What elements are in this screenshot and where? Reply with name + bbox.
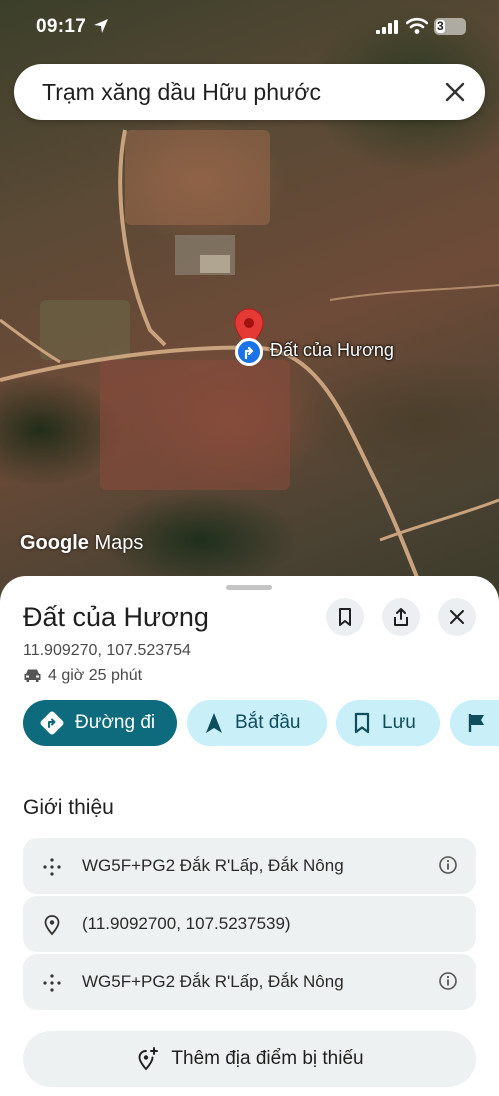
close-icon[interactable]	[439, 76, 471, 108]
info-icon[interactable]	[438, 855, 458, 875]
drive-time: 4 giờ 25 phút	[23, 667, 142, 685]
bookmark-icon	[339, 608, 351, 626]
share-icon	[394, 608, 408, 626]
place-coordinates: 11.909270, 107.523754	[23, 642, 191, 659]
status-time: 09:17	[36, 16, 87, 37]
cellular-signal-icon	[376, 20, 398, 34]
coordinates-row[interactable]: (11.9092700, 107.5237539)	[23, 896, 476, 952]
save-button[interactable]: Lưu	[336, 700, 440, 746]
directions-label: Đường đi	[75, 712, 156, 733]
plus-code-text: WG5F+PG2 Đắk R'Lấp, Đắk Nông	[82, 856, 344, 875]
location-arrow-icon	[94, 19, 108, 33]
directions-button[interactable]: Đường đi	[23, 700, 177, 746]
plus-code-row[interactable]: WG5F+PG2 Đắk R'Lấp, Đắk Nông	[23, 838, 476, 894]
close-sheet-button[interactable]	[438, 598, 476, 636]
location-marker[interactable]	[235, 338, 263, 366]
car-icon	[24, 669, 41, 683]
info-icon[interactable]	[438, 971, 458, 991]
pin-label[interactable]: Đất của Hương	[270, 340, 394, 361]
close-icon	[450, 610, 464, 624]
share-button[interactable]	[382, 598, 420, 636]
location-pin-icon	[44, 915, 60, 936]
directions-icon	[39, 710, 65, 736]
plus-code-text: WG5F+PG2 Đắk R'Lấp, Đắk Nông	[82, 972, 344, 991]
add-missing-place-button[interactable]: Thêm địa điểm bị thiếu	[23, 1031, 476, 1087]
battery-icon: 3	[434, 18, 466, 35]
flag-icon	[466, 712, 488, 734]
place-title: Đất của Hương	[23, 602, 209, 632]
save-bookmark-button[interactable]	[326, 598, 364, 636]
google-maps-logo: Google Maps	[20, 532, 144, 554]
flag-button[interactable]	[450, 700, 499, 746]
plus-code-icon	[43, 974, 61, 992]
coordinates-text: (11.9092700, 107.5237539)	[82, 914, 291, 933]
status-bar: 09:17 3	[0, 14, 499, 42]
action-chips: Đường đi Bắt đầu Lưu	[23, 700, 499, 748]
start-button[interactable]: Bắt đầu	[187, 700, 327, 746]
battery-level: 3	[437, 19, 444, 33]
add-missing-label: Thêm địa điểm bị thiếu	[171, 1048, 364, 1069]
wifi-icon	[406, 17, 428, 34]
turn-right-icon	[244, 346, 254, 360]
add-location-icon	[135, 1047, 159, 1071]
save-label: Lưu	[382, 712, 416, 733]
place-sheet: Đất của Hương 11.909270, 107.523754 4 gi…	[0, 576, 499, 1096]
bookmark-icon	[352, 712, 372, 734]
plus-code-icon	[43, 858, 61, 876]
plus-code-row[interactable]: WG5F+PG2 Đắk R'Lấp, Đắk Nông	[23, 954, 476, 1010]
search-bar[interactable]: Trạm xăng dầu Hữu phước	[14, 64, 485, 120]
search-query[interactable]: Trạm xăng dầu Hữu phước	[42, 79, 321, 106]
about-heading: Giới thiệu	[23, 796, 114, 819]
start-label: Bắt đầu	[235, 712, 301, 733]
navigation-arrow-icon	[203, 711, 225, 735]
drag-handle[interactable]	[226, 585, 272, 590]
